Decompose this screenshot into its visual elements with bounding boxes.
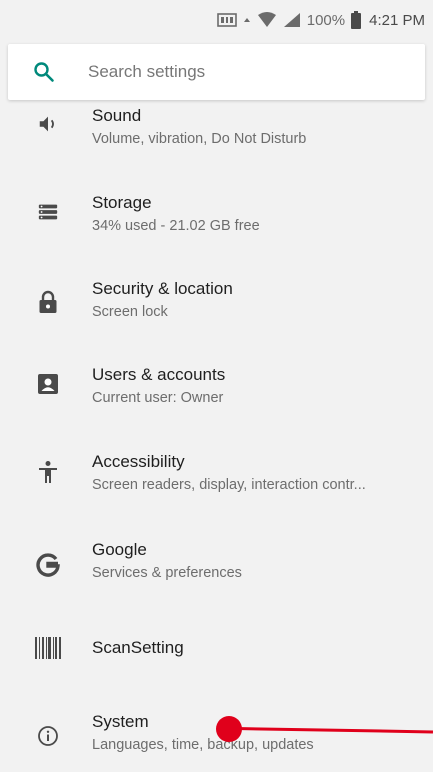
settings-item-title: Storage bbox=[92, 193, 152, 212]
settings-item-title: ScanSetting bbox=[92, 638, 184, 657]
settings-item-accessibility[interactable]: Accessibility Screen readers, display, i… bbox=[0, 440, 433, 526]
settings-item-system[interactable]: System Languages, time, backup, updates bbox=[0, 700, 433, 772]
volume-icon bbox=[36, 112, 60, 136]
settings-item-title: Google bbox=[92, 540, 147, 559]
settings-item-storage[interactable]: Storage 34% used - 21.02 GB free bbox=[0, 182, 433, 268]
settings-item-summary: Screen readers, display, interaction con… bbox=[92, 477, 366, 493]
barcode-icon bbox=[34, 636, 62, 660]
settings-item-title: Sound bbox=[92, 106, 142, 125]
settings-item-title: Users & accounts bbox=[92, 365, 226, 384]
search-icon bbox=[32, 60, 56, 84]
settings-item-sound[interactable]: Sound Volume, vibration, Do Not Disturb bbox=[0, 96, 433, 182]
settings-item-summary: 34% used - 21.02 GB free bbox=[92, 218, 260, 234]
accessibility-icon bbox=[36, 460, 60, 484]
settings-item-title: Security & location bbox=[92, 279, 233, 298]
lock-icon bbox=[36, 290, 60, 314]
settings-item-summary: Languages, time, backup, updates bbox=[92, 737, 314, 753]
google-icon bbox=[34, 551, 62, 579]
search-input[interactable]: Search settings bbox=[88, 62, 205, 82]
settings-list[interactable]: Sound Volume, vibration, Do Not Disturb … bbox=[0, 0, 433, 772]
account-box-icon bbox=[36, 372, 60, 396]
settings-item-scansetting[interactable]: ScanSetting bbox=[0, 614, 433, 700]
settings-item-title: System bbox=[92, 712, 149, 731]
search-bar[interactable]: Search settings bbox=[8, 44, 425, 100]
settings-item-users[interactable]: Users & accounts Current user: Owner bbox=[0, 354, 433, 440]
settings-item-google[interactable]: Google Services & preferences bbox=[0, 528, 433, 614]
settings-item-title: Accessibility bbox=[92, 452, 185, 471]
settings-item-summary: Services & preferences bbox=[92, 565, 242, 581]
settings-item-security[interactable]: Security & location Screen lock bbox=[0, 268, 433, 354]
info-icon bbox=[36, 724, 60, 748]
settings-item-summary: Current user: Owner bbox=[92, 390, 224, 406]
storage-icon bbox=[36, 200, 60, 224]
settings-item-summary: Screen lock bbox=[92, 304, 168, 320]
touch-point-marker bbox=[216, 716, 242, 742]
settings-item-summary: Volume, vibration, Do Not Disturb bbox=[92, 131, 307, 147]
